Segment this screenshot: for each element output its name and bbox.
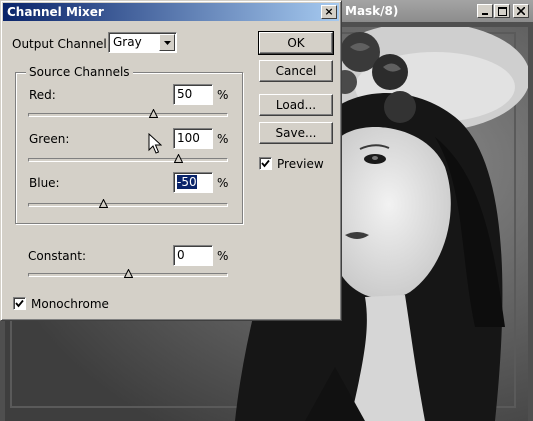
red-percent-label: % bbox=[217, 88, 229, 102]
constant-slider-thumb[interactable] bbox=[123, 269, 133, 278]
dialog-title: Channel Mixer bbox=[7, 5, 104, 19]
checkmark-icon bbox=[15, 299, 24, 308]
maximize-icon bbox=[497, 6, 507, 16]
output-channel-select[interactable]: Gray bbox=[108, 32, 177, 53]
blue-slider-track[interactable] bbox=[28, 203, 228, 207]
minimize-button[interactable] bbox=[477, 4, 493, 18]
green-slider-thumb[interactable] bbox=[173, 154, 183, 163]
blue-slider-thumb[interactable] bbox=[98, 199, 108, 208]
preview-label: Preview bbox=[277, 157, 324, 171]
close-window-button[interactable] bbox=[513, 4, 529, 18]
chevron-down-icon[interactable] bbox=[159, 34, 175, 51]
preview-checkbox[interactable] bbox=[259, 157, 272, 170]
load-button[interactable]: Load... bbox=[259, 94, 333, 116]
close-icon bbox=[517, 7, 525, 15]
document-title: Mask/8) bbox=[345, 4, 399, 18]
output-channel-value: Gray bbox=[113, 35, 142, 49]
constant-label: Constant: bbox=[28, 249, 86, 263]
blue-value-input[interactable]: -50 bbox=[173, 172, 213, 193]
red-value-input[interactable]: 50 bbox=[173, 84, 213, 105]
source-channels-label: Source Channels bbox=[26, 65, 133, 79]
constant-value-input[interactable]: 0 bbox=[173, 245, 213, 266]
red-slider-thumb[interactable] bbox=[148, 109, 158, 118]
red-label: Red: bbox=[29, 88, 56, 102]
dialog-close-button[interactable]: × bbox=[321, 5, 337, 19]
close-icon: × bbox=[324, 5, 334, 18]
dialog-titlebar[interactable]: Channel Mixer × bbox=[3, 3, 339, 21]
monochrome-checkbox[interactable] bbox=[13, 297, 26, 310]
monochrome-label: Monochrome bbox=[31, 297, 109, 311]
maximize-button[interactable] bbox=[494, 4, 510, 18]
green-percent-label: % bbox=[217, 132, 229, 146]
blue-label: Blue: bbox=[29, 176, 60, 190]
mouse-cursor-icon bbox=[148, 133, 162, 154]
green-slider-track[interactable] bbox=[28, 158, 228, 162]
constant-percent-label: % bbox=[217, 249, 229, 263]
minimize-icon bbox=[482, 13, 488, 15]
channel-mixer-dialog: Channel Mixer × Output Channel: Gray Sou… bbox=[0, 0, 342, 321]
red-slider-track[interactable] bbox=[28, 113, 228, 117]
green-value-input[interactable]: 100 bbox=[173, 128, 213, 149]
checkmark-icon bbox=[261, 159, 270, 168]
save-button[interactable]: Save... bbox=[259, 122, 333, 144]
green-label: Green: bbox=[29, 132, 70, 146]
output-channel-label: Output Channel: bbox=[12, 37, 111, 51]
ok-button[interactable]: OK bbox=[258, 31, 334, 55]
blue-percent-label: % bbox=[217, 176, 229, 190]
cancel-button[interactable]: Cancel bbox=[259, 60, 333, 82]
